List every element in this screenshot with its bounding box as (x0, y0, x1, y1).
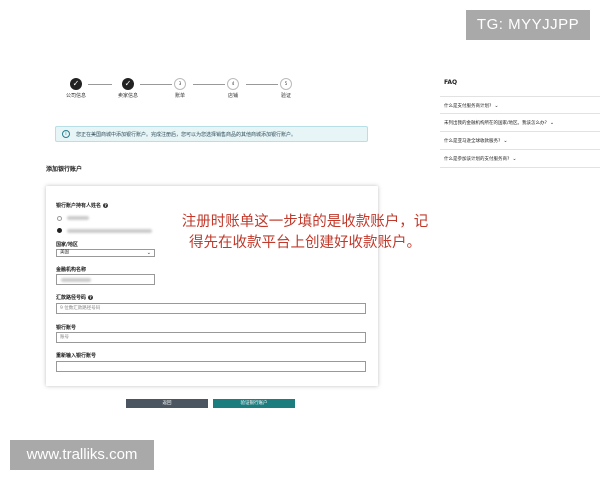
faq-item-text: 未列出我的金融机构所在的国家/地区。我该怎么办? (444, 121, 547, 126)
redacted-name (67, 216, 89, 220)
faq-item[interactable]: 什么是参加该计划的支付服务商? ⌄ (440, 150, 600, 168)
faq-list: 什么是支付服务商计划? ⌄ 未列出我的金融机构所在的国家/地区。我该怎么办? ⌄ 什… (440, 96, 600, 168)
step-label: 卖家信息 (117, 93, 138, 99)
back-button[interactable]: 返回 (126, 399, 208, 408)
step-label: 店铺 (227, 93, 238, 99)
country-label: 国家/地区 (56, 242, 78, 248)
faq-item-text: 什么是支付服务商计划? (444, 104, 492, 109)
faq-item-text: 什么是亚马逊全球收款服务? (444, 139, 501, 144)
holder-name-radio-2[interactable] (57, 228, 62, 233)
country-value: 美国 (60, 250, 69, 255)
info-icon: i (62, 130, 70, 138)
institution-label: 金融机构名称 (56, 267, 87, 273)
check-icon (70, 78, 82, 90)
banner-text: 您正在美国商城中添加银行账户。完成注册后，您可以为您选择销售商品的其他商城添加银… (76, 132, 297, 138)
chevron-down-icon: ⌄ (512, 156, 517, 162)
account-confirm-input[interactable] (56, 361, 366, 372)
step-number: 4 (227, 78, 239, 90)
step-number: 3 (174, 78, 186, 90)
step-label: 账单 (174, 93, 185, 99)
chevron-down-icon: ⌄ (146, 250, 151, 256)
account-holder-label-text: 银行账户持有人姓名 (56, 203, 102, 209)
chevron-down-icon: ⌄ (549, 120, 555, 126)
country-select[interactable]: 美国 ⌄ (56, 249, 155, 257)
routing-label: 汇款路径号码? (56, 294, 94, 301)
routing-number-input[interactable]: 9 位数汇款路径号码 (56, 303, 366, 314)
step-verify: 5 验证 (266, 78, 306, 99)
account-confirm-label: 重新输入银行账号 (56, 353, 97, 359)
tg-watermark: TG: MYYJJPP (466, 10, 590, 40)
step-seller-info: 卖家信息 (108, 78, 148, 99)
step-number: 5 (280, 78, 292, 90)
step-billing: 3 账单 (160, 78, 200, 99)
faq-item[interactable]: 什么是亚马逊全球收款服务? ⌄ (440, 132, 600, 150)
redacted-name (67, 229, 152, 233)
faq-item[interactable]: 未列出我的金融机构所在的国家/地区。我该怎么办? ⌄ (440, 114, 600, 132)
site-watermark: www.tralliks.com (10, 440, 154, 470)
chevron-down-icon: ⌄ (503, 138, 508, 144)
routing-label-text: 汇款路径号码 (56, 295, 87, 301)
institution-input[interactable] (56, 274, 155, 285)
step-label: 公司信息 (65, 93, 86, 99)
check-icon (122, 78, 134, 90)
faq-item[interactable]: 什么是支付服务商计划? ⌄ (440, 96, 600, 114)
info-banner: i 您正在美国商城中添加银行账户。完成注册后，您可以为您选择销售商品的其他商城添… (55, 126, 368, 142)
faq-item-text: 什么是参加该计划的支付服务商? (444, 157, 510, 162)
step-label: 验证 (280, 93, 291, 99)
chevron-down-icon: ⌄ (494, 103, 499, 109)
step-store: 4 店铺 (213, 78, 253, 99)
redacted-institution (61, 278, 91, 282)
verify-bank-account-button[interactable]: 验证银行账户 (213, 399, 295, 408)
faq-title: FAQ (444, 79, 458, 86)
account-number-input[interactable]: 账号 (56, 332, 366, 343)
help-icon[interactable]: ? (103, 203, 109, 208)
section-title: 添加银行账户 (46, 166, 83, 173)
step-company-info: 公司信息 (56, 78, 96, 99)
holder-name-radio-1[interactable] (57, 216, 62, 221)
account-number-label: 银行账号 (56, 325, 77, 331)
registration-stepper: 公司信息 卖家信息 3 账单 4 店铺 5 验证 (60, 78, 310, 108)
annotation-note: 注册时账单这一步填的是收款账户，记得先在收款平台上创建好收款账户。 (181, 214, 429, 251)
account-holder-label: 银行账户持有人姓名? (56, 202, 109, 209)
screenshot-root: TG: MYYJJPP www.tralliks.com 公司信息 卖家信息 3… (0, 0, 600, 480)
help-icon[interactable]: ? (88, 295, 94, 300)
